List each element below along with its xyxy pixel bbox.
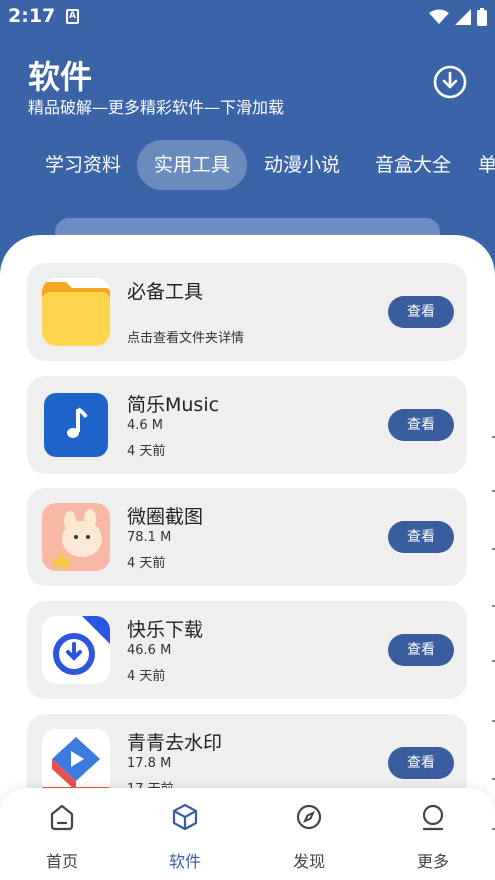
view-button[interactable]: 查看: [388, 747, 454, 779]
view-button[interactable]: 查看: [388, 521, 454, 553]
cube-icon: [172, 803, 198, 831]
system-icons: [429, 8, 487, 26]
notification-icon: A: [66, 9, 79, 24]
tab-anime[interactable]: 动漫小说: [252, 140, 352, 190]
music-note-icon: [42, 391, 110, 459]
app-updated: 4 天前: [127, 669, 166, 684]
tab-tools[interactable]: 实用工具: [137, 140, 247, 190]
bottom-nav: 首页 软件 发现 更多: [0, 788, 495, 880]
list-item-app[interactable]: 快乐下载 46.6 M 4 天前 查看: [27, 601, 467, 699]
nav-more[interactable]: 更多: [393, 802, 473, 872]
app-name: 快乐下载: [127, 619, 204, 641]
status-bar: 2:17 A: [0, 0, 495, 34]
compass-icon: [296, 804, 322, 830]
app-updated: 4 天前: [127, 556, 166, 571]
nav-label: 发现: [292, 852, 325, 871]
list-item-app[interactable]: 简乐Music 4.6 M 4 天前 查看: [27, 376, 467, 474]
app-name: 简乐Music: [127, 394, 220, 416]
category-tabs: 学习资料 实用工具 动漫小说 音盒大全 单: [0, 140, 495, 192]
folder-icon: [42, 278, 110, 346]
nav-label: 首页: [45, 852, 78, 871]
cartoon-sheep-icon: [42, 503, 110, 571]
app-size: 17.8 M: [127, 756, 172, 771]
profile-icon: [422, 804, 444, 831]
app-size: 46.6 M: [127, 643, 172, 658]
app-size: 4.6 M: [127, 418, 164, 433]
list-item-app[interactable]: 必备工具 点击查看文件夹详情 查看: [27, 263, 467, 361]
page-title: 软件: [28, 58, 93, 96]
app-name: 必备工具: [127, 281, 204, 303]
list-item-app[interactable]: 微圈截图 78.1 M 4 天前 查看: [27, 488, 467, 586]
app-size: 78.1 M: [127, 530, 172, 545]
nav-label: 软件: [168, 852, 201, 871]
tab-study[interactable]: 学习资料: [33, 140, 133, 190]
app-description: 点击查看文件夹详情: [127, 331, 245, 346]
view-button[interactable]: 查看: [388, 296, 454, 328]
tab-more-partial[interactable]: 单: [478, 140, 495, 190]
download-icon[interactable]: [432, 64, 468, 100]
page-subtitle: 精品破解—更多精彩软件—下滑加载: [28, 98, 285, 117]
app-updated: 4 天前: [127, 444, 166, 459]
play-cube-icon: [42, 729, 110, 797]
status-time: 2:17: [8, 5, 56, 27]
battery-icon: [477, 8, 487, 26]
nav-home[interactable]: 首页: [22, 802, 102, 872]
signal-icon: [455, 9, 471, 25]
app-list: 必备工具 点击查看文件夹详情 查看 简乐Music 4.6 M 4 天前 查看: [0, 235, 495, 880]
nav-discover[interactable]: 发现: [269, 802, 349, 872]
wifi-icon: [429, 9, 449, 24]
home-icon: [50, 804, 74, 831]
view-button[interactable]: 查看: [388, 409, 454, 441]
download-circle-icon: [42, 616, 110, 684]
tab-music-box[interactable]: 音盒大全: [363, 140, 463, 190]
view-button[interactable]: 查看: [388, 634, 454, 666]
app-name: 微圈截图: [127, 506, 204, 528]
app-name: 青青去水印: [127, 732, 223, 754]
nav-label: 更多: [416, 852, 449, 871]
nav-software[interactable]: 软件: [145, 802, 225, 872]
header: 软件 精品破解—更多精彩软件—下滑加载 学习资料 实用工具 动漫小说 音盒大全 …: [0, 34, 495, 234]
